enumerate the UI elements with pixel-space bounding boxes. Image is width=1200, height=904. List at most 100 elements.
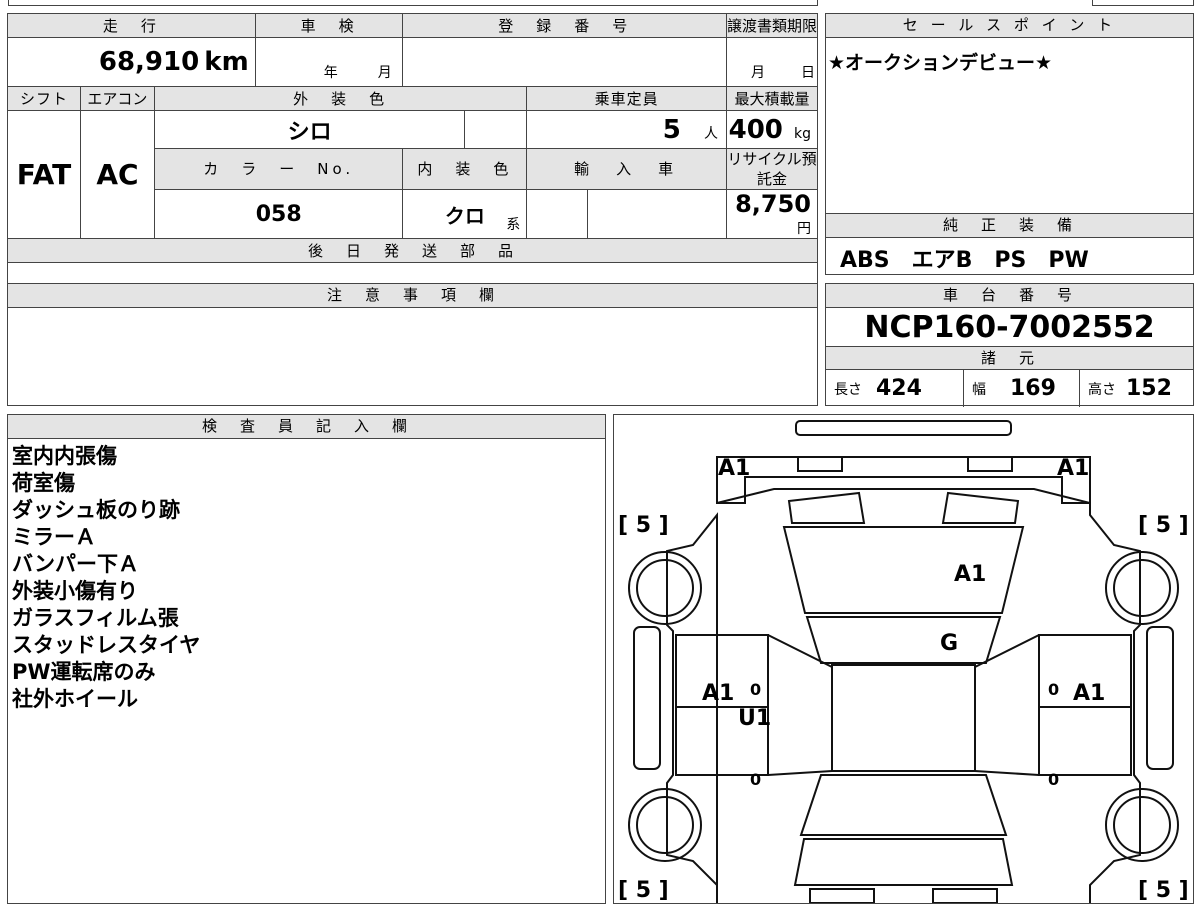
tire-rear-left-inner (636, 796, 694, 854)
inspector-note: 荷室傷 (12, 471, 75, 495)
registration-cell (402, 37, 727, 87)
tire-front-right (1105, 551, 1179, 625)
exterior-color-extra-cell (464, 110, 528, 149)
mileage-unit: km (204, 47, 249, 77)
width-label: 幅 (972, 381, 986, 398)
max-load-header: 最大積載量 (725, 86, 819, 111)
exterior-color-header: 外 装 色 (153, 86, 528, 111)
chassis-box: 車 台 番 号 NCP160-7002552 諸 元 長さ 424 幅 169 … (825, 283, 1194, 407)
recycle-cell: 8,750 円 (725, 189, 819, 239)
shift-cell: FAT (7, 110, 81, 239)
capacity-value: 5 (662, 114, 681, 145)
spec-height: 高さ 152 (1080, 370, 1193, 407)
tire-front-right-inner (1113, 559, 1171, 617)
right-headlight (967, 456, 1013, 472)
front-bumper-bar (795, 420, 1012, 436)
interior-color-header: 内 装 色 (402, 148, 528, 190)
inspection-year-label: 年 (323, 65, 338, 81)
rear-bumper-right (932, 888, 998, 903)
max-load-cell: 400 kg (725, 110, 819, 149)
import-cell-a (526, 189, 589, 239)
right-spare (1146, 626, 1174, 770)
color-no-cell: 058 (153, 189, 404, 239)
shift-header: シフト (7, 86, 81, 111)
windshield (805, 616, 1002, 664)
chassis-header: 車 台 番 号 (826, 284, 1193, 308)
aircon-value: AC (96, 158, 139, 191)
max-load-value: 400 (728, 114, 783, 145)
recycle-value: 8,750 (735, 190, 811, 218)
recycle-unit: 円 (797, 221, 811, 237)
registration-header: 登 録 番 号 (402, 13, 727, 38)
sales-point-box: セ ー ル ス ポ イ ン ト ★オークションデビュー★ (825, 13, 1194, 214)
rear-window (799, 774, 1008, 836)
deadline-month-label: 月 (750, 65, 765, 81)
damage-hood: A1 (954, 562, 986, 587)
damage-front-left: A1 (718, 456, 750, 481)
transfer-deadline-header: 譲渡書類期限 (725, 13, 819, 38)
tire-rear-right (1105, 788, 1179, 862)
capacity-unit: 人 (703, 125, 718, 142)
inspector-note: ミラーＡ (12, 525, 96, 549)
length-label: 長さ (834, 381, 862, 398)
tire-mark-front-right: [ 5 ] (1138, 513, 1189, 538)
interior-color-value: クロ (444, 203, 485, 228)
inspector-note: 室内内張傷 (12, 444, 117, 468)
transfer-deadline-cell: 月 日 (725, 37, 819, 87)
aircon-header: エアコン (79, 86, 155, 111)
spec-width: 幅 169 (964, 370, 1080, 407)
interior-series-label: 系 (506, 217, 521, 233)
front-outline (716, 456, 1091, 504)
height-label: 高さ (1088, 381, 1116, 398)
notes-header: 注 意 事 項 欄 (8, 284, 817, 308)
damage-right-door: A1 (1073, 681, 1105, 706)
inspector-header: 検 査 員 記 入 欄 (8, 415, 605, 439)
zero-mark-right-front: 0 (1048, 680, 1059, 699)
rear-bumper-left (809, 888, 875, 903)
notes-box: 注 意 事 項 欄 (7, 283, 818, 406)
exterior-color-cell: シロ (153, 110, 466, 149)
equipment-header: 純 正 装 備 (826, 214, 1193, 238)
tire-front-left-inner (636, 559, 694, 617)
damage-front-right: A1 (1057, 456, 1089, 481)
equipment-box: 純 正 装 備 ABS エアB PS PW (825, 213, 1194, 275)
tire-mark-front-left: [ 5 ] (618, 513, 669, 538)
deadline-day-label: 日 (800, 65, 815, 81)
damage-left-door: A1 (702, 681, 734, 706)
chassis-number: NCP160-7002552 (826, 308, 1193, 347)
capacity-cell: 5 人 (526, 110, 727, 149)
top-strip (8, 0, 818, 6)
right-mirror-area (941, 491, 1020, 524)
later-parts-header: 後 日 発 送 部 品 (7, 238, 818, 263)
inspector-note: 社外ホイール (12, 687, 138, 711)
tire-mark-rear-right: [ 5 ] (1138, 878, 1189, 903)
spec-length: 長さ 424 (826, 370, 964, 407)
vehicle-info-grid: 走 行 車 検 登 録 番 号 譲渡書類期限 68,910 km 年 月 月 日… (7, 13, 819, 301)
inspector-note: 外装小傷有り (12, 579, 138, 603)
color-no-header: カ ラ ー No. (153, 148, 404, 190)
color-no-value: 058 (255, 201, 302, 227)
sales-point-header: セ ー ル ス ポ イ ン ト (826, 14, 1193, 38)
inspector-notes-list: 室内内張傷 荷室傷 ダッシュ板のり跡 ミラーＡ バンパー下Ａ 外装小傷有り ガラ… (8, 439, 605, 713)
left-headlight (797, 456, 843, 472)
capacity-header: 乗車定員 (526, 86, 727, 111)
tire-rear-right-inner (1113, 796, 1171, 854)
inspector-note: ダッシュ板のり跡 (12, 498, 180, 522)
height-value: 152 (1126, 376, 1172, 401)
right-side-link (974, 634, 1040, 776)
sales-point-text: ★オークションデビュー★ (828, 52, 1053, 74)
length-value: 424 (876, 376, 922, 401)
left-side-link (767, 634, 833, 776)
tire-rear-left (628, 788, 702, 862)
import-header: 輸 入 車 (526, 148, 727, 190)
inspector-note: PW運転席のみ (12, 660, 156, 684)
hood (782, 526, 1025, 614)
tire-front-left (628, 551, 702, 625)
inspector-box: 検 査 員 記 入 欄 室内内張傷 荷室傷 ダッシュ板のり跡 ミラーＡ バンパー… (7, 414, 606, 904)
exterior-color-value: シロ (287, 119, 332, 145)
recycle-header: リサイクル預託金 (725, 148, 819, 190)
roof (831, 664, 976, 772)
tire-mark-rear-left: [ 5 ] (618, 878, 669, 903)
specs-row: 長さ 424 幅 169 高さ 152 (826, 370, 1193, 407)
interior-color-cell: クロ 系 (402, 189, 528, 239)
